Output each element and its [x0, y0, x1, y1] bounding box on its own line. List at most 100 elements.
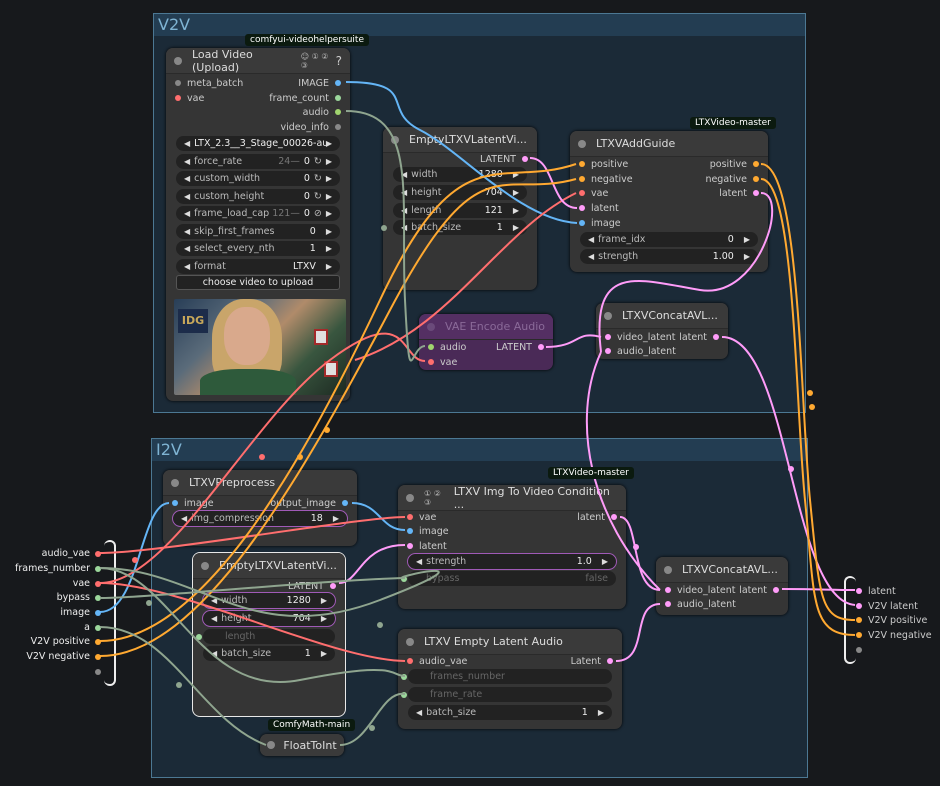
input-audio-latent[interactable]: audio_latent — [605, 344, 676, 358]
reset-icon[interactable]: ↻ — [314, 191, 322, 202]
custom-height-widget[interactable]: ◀ custom_height 0 ↻ ▶ — [176, 189, 340, 204]
socket-icon[interactable] — [713, 334, 719, 340]
collapse-dot-icon[interactable] — [664, 565, 672, 574]
arrow-left-icon[interactable]: ◀ — [416, 557, 422, 566]
socket-icon[interactable] — [196, 634, 202, 640]
output-video-info[interactable]: video_info — [280, 120, 341, 134]
subgraph-input-audio-vae[interactable]: audio_vae — [0, 548, 101, 559]
output-audio[interactable]: audio — [303, 105, 341, 119]
arrow-left-icon[interactable]: ◀ — [184, 174, 190, 183]
socket-icon[interactable] — [856, 617, 862, 623]
output-latent[interactable]: latent — [719, 186, 759, 200]
arrow-right-icon[interactable]: ▶ — [326, 139, 332, 148]
arrow-left-icon[interactable]: ◀ — [184, 139, 190, 148]
collapse-dot-icon[interactable] — [406, 493, 414, 502]
input-frames-number[interactable] — [401, 670, 413, 684]
subgraph-input-frames-number[interactable]: frames_number — [0, 563, 101, 574]
arrow-left-icon[interactable]: ◀ — [211, 596, 217, 605]
socket-icon[interactable] — [428, 344, 434, 350]
input-length[interactable] — [196, 630, 208, 644]
output-latent[interactable]: latent — [577, 510, 617, 524]
input-negative[interactable]: negative — [579, 172, 633, 186]
subgraph-input-bypass[interactable]: bypass — [0, 592, 101, 603]
socket-icon[interactable] — [95, 653, 101, 660]
skip-first-frames-widget[interactable]: ◀ skip_first_frames 0 ▶ — [176, 224, 340, 239]
socket-icon[interactable] — [175, 95, 181, 101]
subgraph-inputs-panel[interactable]: audio_vae frames_number vae bypass image… — [0, 540, 116, 686]
socket-icon[interactable] — [95, 550, 101, 557]
socket-icon[interactable] — [330, 583, 336, 589]
output-frame-count[interactable]: frame_count — [269, 91, 341, 105]
strength-widget[interactable]: ◀ strength 1.00 ▶ — [580, 249, 758, 264]
arrow-right-icon[interactable]: ▶ — [326, 227, 332, 236]
input-image[interactable]: image — [172, 496, 214, 510]
socket-icon[interactable] — [579, 161, 585, 167]
collapse-dot-icon[interactable] — [171, 478, 179, 487]
socket-icon[interactable] — [753, 161, 759, 167]
ltxv-concat-av-latent-node-i2v[interactable]: LTXVConcatAVL... video_latent audio_late… — [656, 557, 788, 615]
reset-icon[interactable]: ⊘ — [314, 208, 322, 219]
frame-rate-widget[interactable]: frame_rate — [408, 687, 612, 702]
ltxv-add-guide-node[interactable]: LTXVAddGuide positive negative vae laten… — [570, 131, 768, 272]
socket-icon[interactable] — [95, 609, 101, 616]
batch-size-widget[interactable]: ◀ batch_size 1 ▶ — [393, 220, 527, 235]
arrow-right-icon[interactable]: ▶ — [513, 223, 519, 232]
subgraph-input-empty[interactable] — [0, 666, 101, 677]
socket-icon[interactable] — [95, 580, 101, 587]
group-i2v-title[interactable]: I2V — [152, 439, 807, 461]
length-widget[interactable]: length — [203, 629, 335, 644]
socket-icon[interactable] — [428, 359, 434, 365]
collapse-dot-icon[interactable] — [427, 322, 435, 331]
float-to-int-node[interactable]: FloatToInt — [260, 734, 344, 756]
socket-icon[interactable] — [407, 514, 413, 520]
arrow-right-icon[interactable]: ▶ — [602, 557, 608, 566]
socket-icon[interactable] — [175, 80, 181, 86]
socket-icon[interactable] — [407, 528, 413, 534]
output-latent[interactable]: LATENT — [288, 579, 336, 593]
vae-encode-audio-node[interactable]: VAE Encode Audio audio vae LATENT — [419, 314, 553, 370]
socket-icon[interactable] — [172, 500, 178, 506]
socket-icon[interactable] — [538, 344, 544, 350]
arrow-right-icon[interactable]: ▶ — [326, 192, 332, 201]
socket-icon[interactable] — [342, 500, 348, 506]
frame-load-cap-widget[interactable]: ◀ frame_load_cap 121— 0 ⊘ ▶ — [176, 206, 340, 221]
socket-icon[interactable] — [335, 124, 341, 130]
socket-icon[interactable] — [335, 80, 341, 86]
socket-icon[interactable] — [522, 156, 528, 162]
collapse-dot-icon[interactable] — [604, 311, 612, 320]
output-latent[interactable]: latent — [739, 583, 779, 597]
socket-icon[interactable] — [401, 692, 407, 698]
socket-icon[interactable] — [665, 601, 671, 607]
socket-icon[interactable] — [753, 190, 759, 196]
subgraph-input-vae[interactable]: vae — [0, 578, 101, 589]
output-latent[interactable]: LATENT — [496, 340, 544, 354]
socket-icon[interactable] — [95, 624, 101, 631]
output-latent[interactable]: Latent — [571, 654, 613, 668]
subgraph-output-latent[interactable]: latent — [856, 584, 896, 598]
force-rate-widget[interactable]: ◀ force_rate 24— 0 ↻ ▶ — [176, 154, 340, 169]
subgraph-input-image[interactable]: image — [0, 607, 101, 618]
bypass-widget[interactable]: bypass false — [408, 571, 616, 586]
arrow-right-icon[interactable]: ▶ — [513, 206, 519, 215]
choose-video-button[interactable]: choose video to upload — [176, 275, 340, 290]
arrow-right-icon[interactable]: ▶ — [513, 188, 519, 197]
select-every-nth-widget[interactable]: ◀ select_every_nth 1 ▶ — [176, 241, 340, 256]
arrow-left-icon[interactable]: ◀ — [184, 244, 190, 253]
socket-icon[interactable] — [856, 603, 862, 609]
batch-size-widget[interactable]: ◀ batch_size 1 ▶ — [203, 646, 335, 661]
subgraph-output-empty[interactable] — [856, 643, 868, 657]
node-header[interactable]: LTXVConcatAVL... — [596, 303, 728, 329]
output-negative[interactable]: negative — [705, 172, 759, 186]
collapse-dot-icon[interactable] — [267, 741, 276, 749]
socket-icon[interactable] — [607, 658, 613, 664]
arrow-left-icon[interactable]: ◀ — [181, 514, 187, 523]
input-vae[interactable]: vae — [579, 186, 608, 200]
input-latent[interactable]: latent — [407, 539, 447, 553]
node-header[interactable]: LTXVConcatAVL... — [656, 557, 788, 583]
ltxv-preprocess-node[interactable]: LTXVPreprocess image output_image ◀ img_c… — [163, 470, 357, 546]
socket-icon[interactable] — [856, 632, 862, 638]
input-frame-rate[interactable] — [401, 688, 413, 702]
arrow-left-icon[interactable]: ◀ — [184, 192, 190, 201]
input-image[interactable]: image — [407, 524, 449, 538]
width-widget[interactable]: ◀ width 1280 ▶ — [203, 593, 335, 608]
